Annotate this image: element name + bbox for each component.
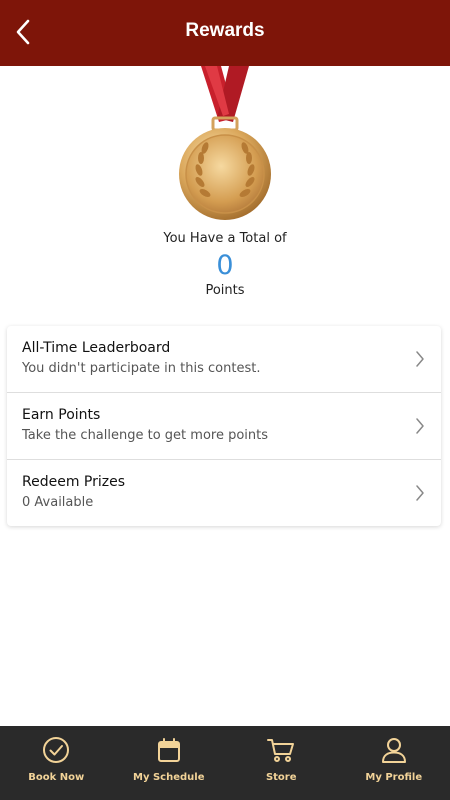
rewards-menu-card: All-Time Leaderboard You didn't particip… [7, 326, 441, 526]
chevron-right-icon [416, 418, 424, 434]
menu-item-earn-points[interactable]: Earn Points Take the challenge to get mo… [7, 392, 441, 459]
medal-icon [179, 66, 271, 220]
check-circle-icon [43, 737, 70, 763]
tab-store[interactable]: Store [225, 726, 338, 800]
tab-book-now[interactable]: Book Now [0, 726, 113, 800]
calendar-icon [157, 738, 180, 762]
menu-item-leaderboard[interactable]: All-Time Leaderboard You didn't particip… [7, 326, 441, 392]
points-total-label: You Have a Total of [163, 231, 287, 246]
chevron-right-icon [416, 351, 424, 367]
menu-item-title: Redeem Prizes [22, 474, 126, 490]
menu-item-subtitle: You didn't participate in this contest. [22, 361, 261, 376]
app-header: Rewards [0, 0, 450, 66]
menu-item-title: All-Time Leaderboard [22, 340, 171, 356]
bottom-tab-bar: Book Now My Schedule Store My Profile [0, 726, 450, 800]
person-icon [381, 738, 406, 763]
chevron-right-icon [416, 485, 424, 501]
tab-label: Store [265, 772, 297, 783]
tab-label: My Schedule [133, 772, 205, 783]
tab-label: My Profile [365, 772, 423, 783]
menu-item-redeem-prizes[interactable]: Redeem Prizes 0 Available [7, 459, 441, 526]
tab-my-profile[interactable]: My Profile [338, 726, 450, 800]
cart-icon [267, 739, 295, 762]
menu-item-subtitle: Take the challenge to get more points [22, 428, 269, 443]
page-title: Rewards [185, 20, 265, 41]
menu-item-subtitle: 0 Available [22, 495, 94, 510]
points-unit-label: Points [205, 283, 245, 298]
tab-label: Book Now [28, 772, 85, 783]
points-value: 0 [216, 250, 234, 281]
tab-my-schedule[interactable]: My Schedule [113, 726, 226, 800]
menu-item-title: Earn Points [22, 407, 101, 423]
